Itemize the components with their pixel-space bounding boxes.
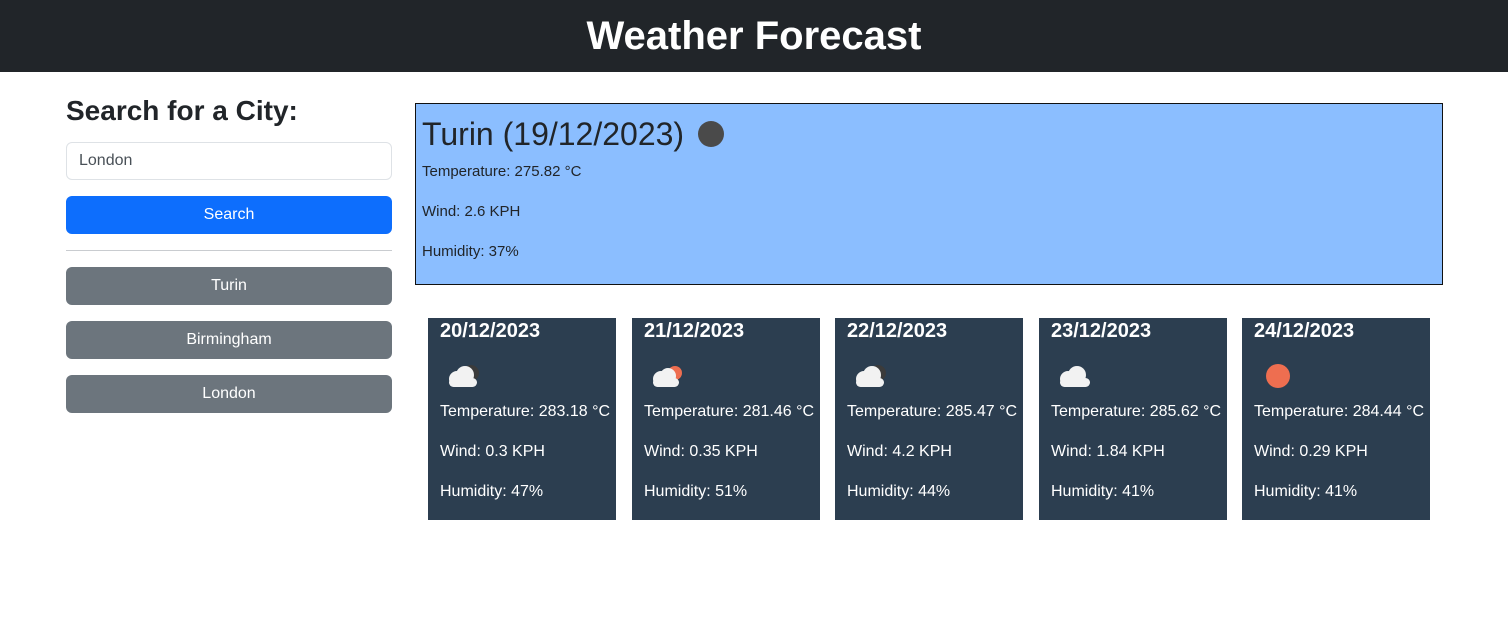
sun-icon [1266, 364, 1290, 388]
forecast-card: 22/12/2023 Temperature: 285.47 °C Wind: … [835, 318, 1023, 520]
forecast-wind: Wind: 0.35 KPH [644, 443, 758, 460]
forecast-card: 24/12/2023 Temperature: 284.44 °C Wind: … [1242, 318, 1430, 520]
forecast-temperature: Temperature: 284.44 °C [1254, 403, 1425, 420]
divider [66, 250, 392, 251]
forecast-temperature: Temperature: 283.18 °C [440, 403, 611, 420]
search-button[interactable]: Search [66, 196, 392, 234]
forecast-wind: Wind: 0.29 KPH [1254, 443, 1368, 460]
current-weather-card: Turin (19/12/2023) Temperature: 275.82 °… [415, 103, 1443, 285]
weather-icon [698, 121, 725, 147]
forecast-wind: Wind: 4.2 KPH [847, 443, 952, 460]
history-button-birmingham[interactable]: Birmingham [66, 321, 392, 359]
forecast-date: 20/12/2023 [440, 320, 541, 342]
current-temperature: Temperature: 275.82 °C [422, 163, 582, 180]
forecast-wind: Wind: 0.3 KPH [440, 443, 545, 460]
forecast-humidity: Humidity: 41% [1051, 483, 1155, 500]
history-button-london[interactable]: London [66, 375, 392, 413]
cloud-dark-icon [449, 365, 479, 387]
forecast-humidity: Humidity: 51% [644, 483, 748, 500]
current-humidity: Humidity: 37% [422, 243, 519, 260]
app-header: Weather Forecast [0, 0, 1508, 72]
forecast-temperature: Temperature: 285.47 °C [847, 403, 1018, 420]
forecast-card: 20/12/2023 Temperature: 283.18 °C Wind: … [428, 318, 616, 520]
search-heading: Search for a City: [66, 95, 298, 126]
forecast-humidity: Humidity: 47% [440, 483, 544, 500]
forecast-date: 23/12/2023 [1051, 320, 1152, 342]
current-city-title: Turin (19/12/2023) [422, 115, 685, 152]
history-button-turin[interactable]: Turin [66, 267, 392, 305]
forecast-temperature: Temperature: 285.62 °C [1051, 403, 1222, 420]
forecast-humidity: Humidity: 41% [1254, 483, 1358, 500]
search-panel: Search for a City: Search Turin Birmingh… [66, 94, 392, 413]
forecast-date: 21/12/2023 [644, 320, 745, 342]
forecast-humidity: Humidity: 44% [847, 483, 951, 500]
current-wind: Wind: 2.6 KPH [422, 203, 521, 220]
forecast-wind: Wind: 1.84 KPH [1051, 443, 1165, 460]
forecast-card: 21/12/2023 Temperature: 281.46 °C Wind: … [632, 318, 820, 520]
forecast-date: 24/12/2023 [1254, 320, 1355, 342]
page-title: Weather Forecast [586, 13, 922, 58]
cloud-icon [1060, 366, 1090, 387]
cloud-dark-icon [856, 365, 886, 387]
city-search-input[interactable] [66, 142, 392, 180]
forecast-temperature: Temperature: 281.46 °C [644, 403, 815, 420]
cloud-sun-icon [653, 366, 682, 387]
forecast-card: 23/12/2023 Temperature: 285.62 °C Wind: … [1039, 318, 1227, 520]
forecast-date: 22/12/2023 [847, 320, 948, 342]
